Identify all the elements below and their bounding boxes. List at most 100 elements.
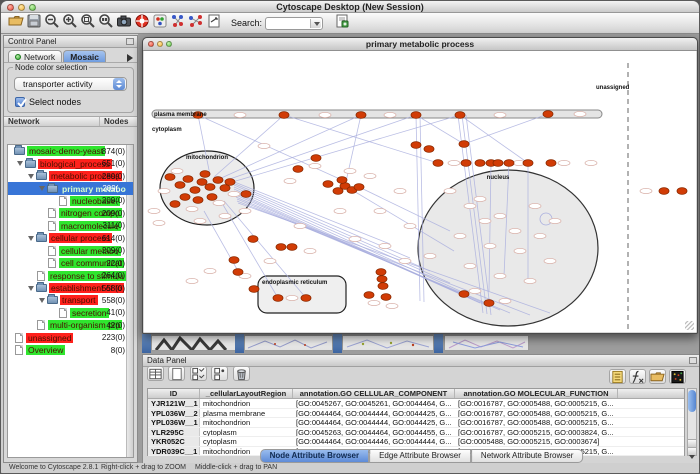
node-label-oval[interactable] <box>509 228 521 233</box>
node-label-oval[interactable] <box>228 191 240 196</box>
node-label-oval[interactable] <box>454 233 466 238</box>
table-scrollbar[interactable] <box>687 388 697 456</box>
tree-item-overview[interactable]: Overview8(0) <box>8 344 133 356</box>
expand-triangle-icon[interactable] <box>28 174 34 179</box>
attr-list-icon[interactable] <box>609 369 626 384</box>
network-node[interactable] <box>170 201 180 208</box>
layout-b-icon[interactable] <box>187 12 205 29</box>
network-node[interactable] <box>381 294 391 301</box>
tree-item-secretion[interactable]: secretion41(0) <box>8 307 133 319</box>
tree-header-nodes[interactable]: Nodes <box>100 117 137 126</box>
node-label-oval[interactable] <box>294 223 306 228</box>
select-attrs-icon[interactable] <box>190 366 207 381</box>
column-header-0[interactable]: ID <box>148 389 200 398</box>
new-attr-icon[interactable] <box>168 366 185 381</box>
float-panel-icon[interactable] <box>689 357 697 364</box>
tree-item-transport[interactable]: transport558(0) <box>8 294 133 306</box>
column-header-3[interactable]: annotation.GO MOLECULAR_FUNCTION <box>455 389 618 398</box>
node-label-oval[interactable] <box>499 298 511 303</box>
chevron-down-icon[interactable] <box>310 19 321 28</box>
node-label-oval[interactable] <box>171 168 183 173</box>
node-label-oval[interactable] <box>529 203 541 208</box>
zoom-out-icon[interactable] <box>43 12 61 29</box>
node-label-oval[interactable] <box>304 248 316 253</box>
scroll-up-icon[interactable] <box>688 439 696 447</box>
network-canvas[interactable]: plasma membranecytoplasmmitochondrionnuc… <box>144 51 696 332</box>
network-node[interactable] <box>175 182 185 189</box>
resize-grip-icon[interactable] <box>685 321 694 330</box>
network-node[interactable] <box>376 269 386 276</box>
network-node[interactable] <box>233 269 243 276</box>
network-edge[interactable] <box>416 115 464 144</box>
tree-item-multi-organism-pro[interactable]: multi-organism pro42(0) <box>8 319 133 331</box>
node-label-oval[interactable] <box>484 243 496 248</box>
attr-table-icon[interactable] <box>147 366 164 381</box>
column-header-1[interactable]: _cellularLayoutRegion <box>200 389 293 398</box>
plugin-page-icon[interactable] <box>333 12 351 29</box>
expand-triangle-icon[interactable] <box>28 286 34 291</box>
node-label-oval[interactable] <box>344 168 356 173</box>
tree-item-macromolecule[interactable]: macromolecule311(0) <box>8 220 133 232</box>
expand-triangle-icon[interactable] <box>39 298 45 303</box>
title-bar[interactable]: Cytoscape Desktop (New Session) <box>1 1 699 13</box>
node-label-oval[interactable] <box>534 233 546 238</box>
node-label-oval[interactable] <box>558 160 570 165</box>
network-node[interactable] <box>411 112 421 119</box>
snapshot-camera-icon[interactable] <box>115 12 133 29</box>
scroll-down-icon[interactable] <box>688 447 696 455</box>
network-node[interactable] <box>356 112 366 119</box>
tree-item-nitrogen-compo[interactable]: nitrogen compo209(0) <box>8 207 133 219</box>
tab-mosaic[interactable]: Mosaic <box>63 50 106 62</box>
node-label-oval[interactable] <box>334 208 346 213</box>
background-window-fragment[interactable] <box>151 335 236 351</box>
network-node[interactable] <box>180 194 190 201</box>
node-label-oval[interactable] <box>264 258 276 263</box>
node-label-oval[interactable] <box>153 220 165 225</box>
network-node[interactable] <box>213 177 223 184</box>
background-window-fragment[interactable] <box>333 334 342 353</box>
tree-item-nucleobase-[interactable]: nucleobase-209(0) <box>8 195 133 207</box>
select-attrs-alt-icon[interactable] <box>211 366 228 381</box>
node-label-oval[interactable] <box>479 218 491 223</box>
dropdown-stepper-icon[interactable] <box>113 78 125 90</box>
network-node[interactable] <box>378 283 388 290</box>
vizmapper-icon[interactable] <box>151 12 169 29</box>
network-edge[interactable] <box>219 115 361 179</box>
network-node[interactable] <box>677 188 687 195</box>
node-label-oval[interactable] <box>374 208 386 213</box>
network-window-titlebar[interactable]: primary metabolic process <box>143 38 697 51</box>
node-label-oval[interactable] <box>309 163 321 168</box>
tab-node-attribute-browser[interactable]: Node Attribute Browser <box>260 449 370 463</box>
node-label-oval[interactable] <box>424 253 436 258</box>
tree-item-primary-metabo[interactable]: primary metabo209(... <box>8 182 133 194</box>
tree-item-response-to-stimulu[interactable]: response to stimulu264(0) <box>8 269 133 281</box>
network-node[interactable] <box>354 184 364 191</box>
table-row[interactable]: YLR295Ccytoplasm[GO:0045263, GO:0044464,… <box>148 428 684 438</box>
network-node[interactable] <box>248 236 258 243</box>
more-tabs-icon[interactable] <box>127 54 133 62</box>
tree-item-establishment-of-lo[interactable]: establishment of lo558(0) <box>8 282 133 294</box>
search-input[interactable] <box>265 17 323 30</box>
network-edge[interactable] <box>214 115 284 177</box>
network-node[interactable] <box>659 188 669 195</box>
node-label-oval[interactable] <box>474 196 486 201</box>
node-label-oval[interactable] <box>364 173 376 178</box>
network-node[interactable] <box>337 177 347 184</box>
tab-edge-attribute-browser[interactable]: Edge Attribute Browser <box>369 449 471 463</box>
node-label-oval[interactable] <box>239 208 251 213</box>
network-node[interactable] <box>411 142 421 149</box>
network-node[interactable] <box>493 160 503 167</box>
node-label-oval[interactable] <box>448 160 460 165</box>
background-window-fragment[interactable] <box>244 335 333 351</box>
network-node[interactable] <box>459 291 469 298</box>
network-edge[interactable] <box>460 115 528 163</box>
annotation-page-icon[interactable] <box>205 12 223 29</box>
node-label-oval[interactable] <box>469 288 481 293</box>
network-node[interactable] <box>311 155 321 162</box>
background-window-fragment[interactable] <box>444 335 529 351</box>
table-row[interactable]: YPL036W__2plasma membrane[GO:0044464, GO… <box>148 409 684 419</box>
node-label-oval[interactable] <box>194 218 206 223</box>
network-node[interactable] <box>183 176 193 183</box>
zoom-in-icon[interactable] <box>61 12 79 29</box>
background-window-fragment[interactable] <box>235 334 244 353</box>
